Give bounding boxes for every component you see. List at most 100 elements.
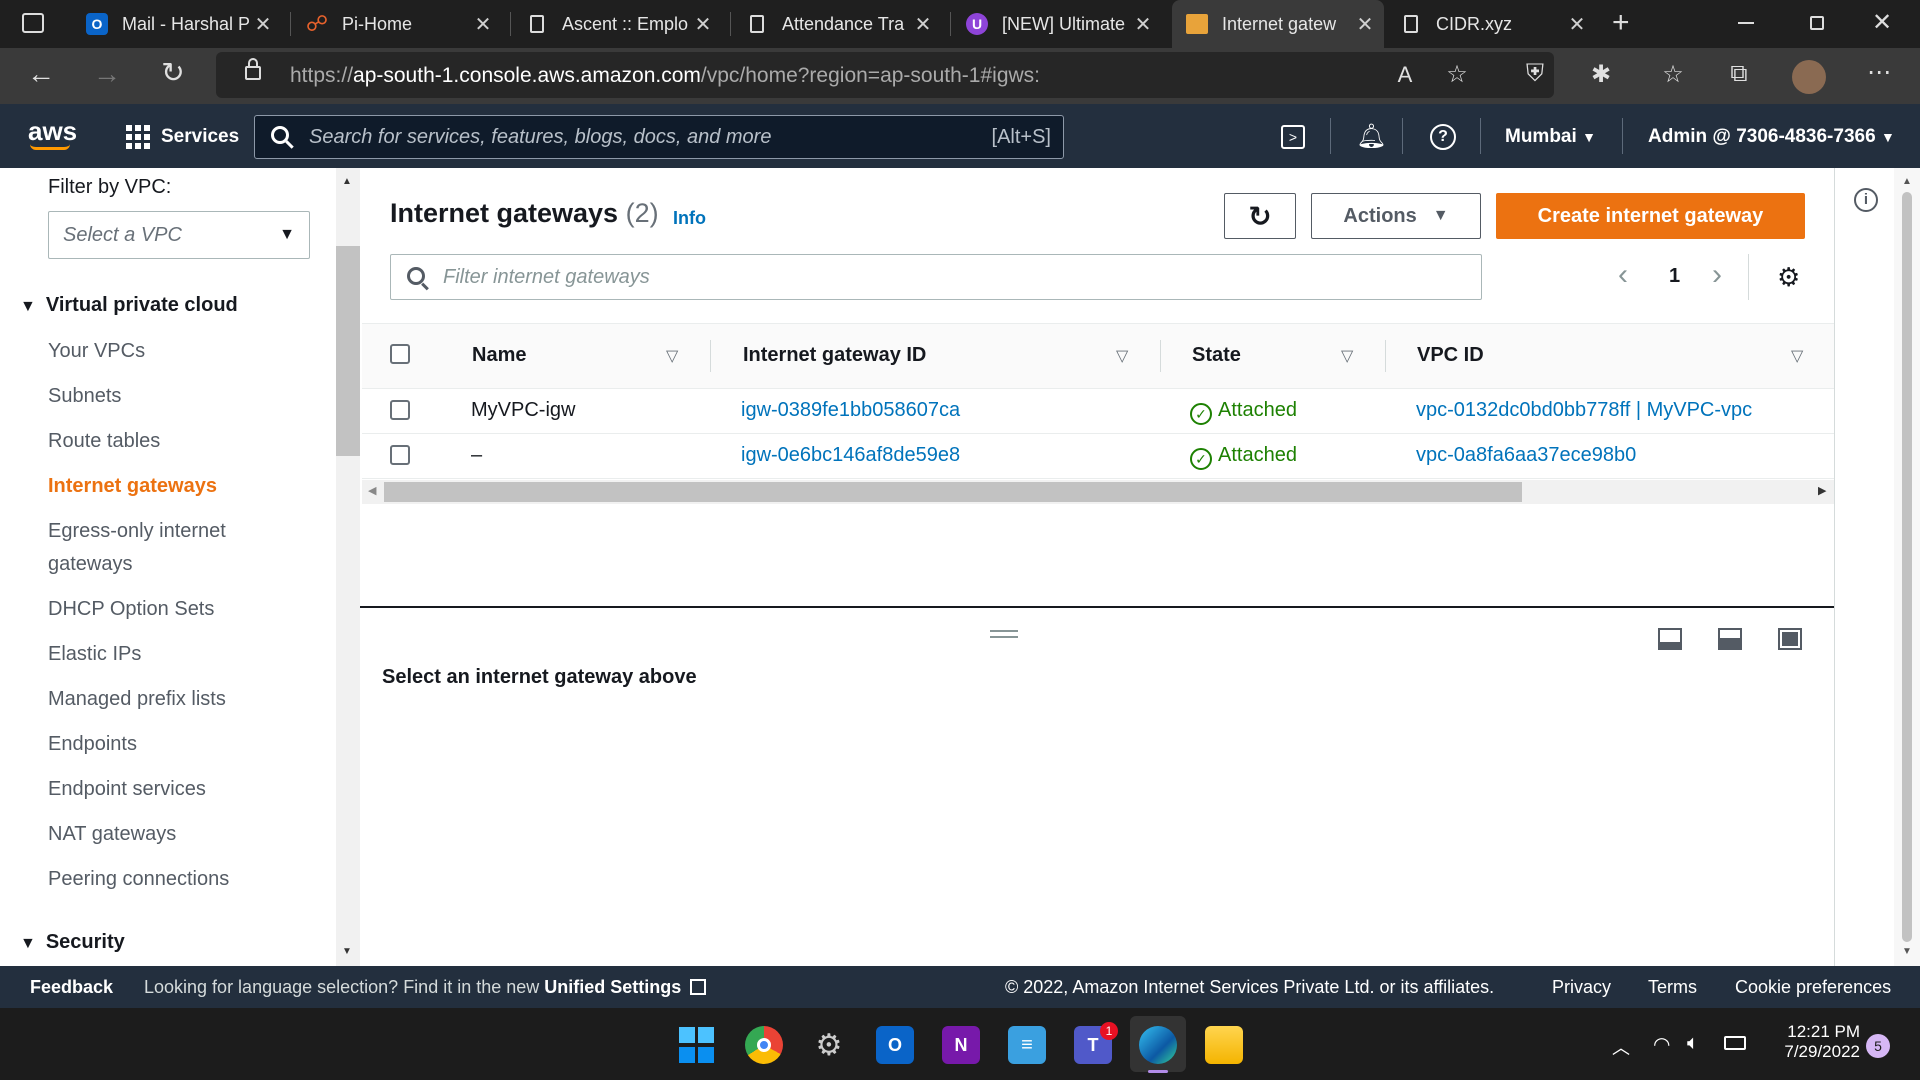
feedback-link[interactable]: Feedback [30, 977, 113, 998]
panel-bottom-icon[interactable] [1658, 628, 1682, 650]
sidebar-item-internet-gateways[interactable]: Internet gateways [48, 475, 217, 498]
scroll-right-icon[interactable]: ▶ [1818, 484, 1826, 497]
scroll-up-icon[interactable]: ▲ [342, 176, 352, 187]
sidebar-item-route-tables[interactable]: Route tables [48, 430, 160, 453]
cell-igw-id[interactable]: igw-0e6bc146af8de59e8 [741, 444, 960, 467]
chevron-left-icon[interactable]: ‹ [1618, 258, 1628, 292]
cookie-preferences-link[interactable]: Cookie preferences [1735, 977, 1891, 998]
tab-cidr[interactable]: CIDR.xyz ✕ [1386, 0, 1596, 48]
services-grid-icon[interactable] [126, 125, 150, 149]
info-circle-icon[interactable]: i [1854, 188, 1878, 212]
sidebar-item-peering-connections[interactable]: Peering connections [48, 868, 229, 891]
forward-icon[interactable]: → [90, 58, 124, 90]
chrome-icon[interactable] [745, 1026, 783, 1064]
info-link[interactable]: Info [673, 208, 706, 229]
clock[interactable]: 12:21 PM 7/29/2022 [1770, 1022, 1860, 1062]
notification-badge[interactable]: 5 [1866, 1034, 1890, 1058]
tab-pi-home[interactable]: ☍ Pi-Home ✕ [292, 0, 502, 48]
close-icon[interactable]: ✕ [1352, 12, 1378, 37]
sidebar-item-subnets[interactable]: Subnets [48, 385, 121, 408]
close-icon[interactable]: ✕ [250, 12, 276, 37]
vpc-filter-select[interactable]: Select a VPC ▼ [48, 211, 310, 259]
sidebar-item-dhcp-option-sets[interactable]: DHCP Option Sets [48, 598, 214, 621]
scrollbar-thumb[interactable] [384, 482, 1522, 502]
new-tab-icon[interactable]: + [1612, 6, 1630, 40]
scroll-down-icon[interactable]: ▼ [1902, 946, 1912, 957]
services-menu[interactable]: Services [161, 126, 239, 148]
notifications-bell-icon[interactable]: 🔔︎ [1356, 122, 1386, 151]
close-icon[interactable]: ✕ [910, 12, 936, 37]
create-internet-gateway-button[interactable]: Create internet gateway [1496, 193, 1805, 239]
chevron-right-icon[interactable]: › [1712, 258, 1722, 292]
read-aloud-icon[interactable]: A [1388, 62, 1422, 88]
edge-icon[interactable] [1139, 1026, 1177, 1064]
cell-vpc-id[interactable]: vpc-0a8fa6aa37ece98b0 [1416, 444, 1636, 467]
panel-full-icon[interactable] [1778, 628, 1802, 650]
tab-actions-icon[interactable] [22, 13, 44, 33]
settings-gear-icon[interactable]: ⚙ [810, 1026, 848, 1064]
scrollbar-thumb[interactable] [336, 246, 360, 456]
scroll-up-icon[interactable]: ▲ [1902, 176, 1912, 187]
onenote-icon[interactable]: N [942, 1026, 980, 1064]
minimize-icon[interactable] [1738, 22, 1754, 24]
wifi-icon[interactable]: ◠ [1653, 1032, 1670, 1057]
cell-igw-id[interactable]: igw-0389fe1bb058607ca [741, 399, 960, 422]
close-icon[interactable]: ✕ [1564, 12, 1590, 37]
volume-icon[interactable]: 🔈︎ [1687, 1032, 1699, 1055]
table-row[interactable]: – igw-0e6bc146af8de59e8 ✓ Attached vpc-0a… [362, 434, 1834, 479]
row-checkbox[interactable] [390, 400, 410, 420]
column-internet-gateway-id[interactable]: Internet gateway ID [743, 344, 926, 367]
aws-search-input[interactable]: Search for services, features, blogs, do… [254, 115, 1064, 159]
restore-icon[interactable] [1810, 16, 1824, 30]
back-icon[interactable]: ← [24, 58, 58, 90]
favorite-add-icon[interactable]: ☆ [1440, 60, 1474, 89]
sidebar-item-your-vpcs[interactable]: Your VPCs [48, 340, 145, 363]
tab-udemy[interactable]: U [NEW] Ultimate ✕ [952, 0, 1162, 48]
scroll-left-icon[interactable]: ◀ [368, 484, 376, 497]
row-checkbox[interactable] [390, 445, 410, 465]
sidebar-item-elastic-ips[interactable]: Elastic IPs [48, 643, 141, 666]
favorites-icon[interactable]: ☆ [1656, 60, 1690, 89]
filter-input[interactable]: Filter internet gateways [390, 254, 1482, 300]
notepad-icon[interactable]: ≡ [1008, 1026, 1046, 1064]
select-all-checkbox[interactable] [390, 344, 410, 364]
scroll-down-icon[interactable]: ▼ [342, 946, 352, 957]
section-security[interactable]: ▼ Security [20, 931, 125, 954]
aws-logo[interactable]: aws [28, 116, 77, 147]
close-icon[interactable]: ✕ [690, 12, 716, 37]
extensions-icon[interactable]: ✱ [1584, 60, 1618, 89]
sidebar-item-nat-gateways[interactable]: NAT gateways [48, 823, 176, 846]
region-selector[interactable]: Mumbai ▼ [1505, 126, 1596, 148]
help-icon[interactable]: ? [1430, 124, 1456, 150]
sort-icon[interactable]: ▽ [666, 346, 678, 366]
windows-start-icon[interactable] [678, 1026, 715, 1064]
tab-internet-gateways[interactable]: Internet gatew ✕ [1172, 0, 1384, 48]
cloudshell-icon[interactable]: > [1281, 125, 1305, 149]
sidebar-item-egress-only-internet-gateways[interactable]: Egress-only internet [48, 520, 226, 543]
section-virtual-private-cloud[interactable]: ▼ Virtual private cloud [20, 294, 238, 317]
panel-side-icon[interactable] [1718, 628, 1742, 650]
sort-icon[interactable]: ▽ [1791, 346, 1803, 366]
page-number[interactable]: 1 [1669, 265, 1680, 288]
refresh-button[interactable]: ↻ [1224, 193, 1296, 239]
close-icon[interactable]: ✕ [470, 12, 496, 37]
drag-handle-icon[interactable] [990, 630, 1018, 638]
close-icon[interactable]: ✕ [1130, 12, 1156, 37]
horizontal-scrollbar[interactable]: ◀ ▶ [362, 480, 1834, 504]
battery-icon[interactable] [1724, 1036, 1746, 1050]
sidebar-item-managed-prefix-lists[interactable]: Managed prefix lists [48, 688, 226, 711]
actions-button[interactable]: Actions ▼ [1311, 193, 1481, 239]
scrollbar-thumb[interactable] [1902, 192, 1912, 942]
refresh-icon[interactable]: ↻ [156, 56, 190, 89]
file-explorer-icon[interactable] [1205, 1026, 1243, 1064]
sidebar-item-endpoints[interactable]: Endpoints [48, 733, 137, 756]
sidebar-scrollbar[interactable]: ▲ ▼ [336, 168, 360, 966]
outlook-icon[interactable]: O [876, 1026, 914, 1064]
unified-settings-link[interactable]: Unified Settings [544, 977, 681, 997]
tab-ascent[interactable]: Ascent :: Emplo ✕ [512, 0, 722, 48]
close-window-icon[interactable]: ✕ [1872, 8, 1892, 37]
column-state[interactable]: State [1192, 344, 1241, 367]
more-icon[interactable]: ⋯ [1862, 58, 1896, 87]
show-hidden-icons-icon[interactable]: ︿ [1612, 1034, 1630, 1060]
sidebar-item-egress-only-internet-gateways-line2[interactable]: gateways [48, 553, 133, 576]
